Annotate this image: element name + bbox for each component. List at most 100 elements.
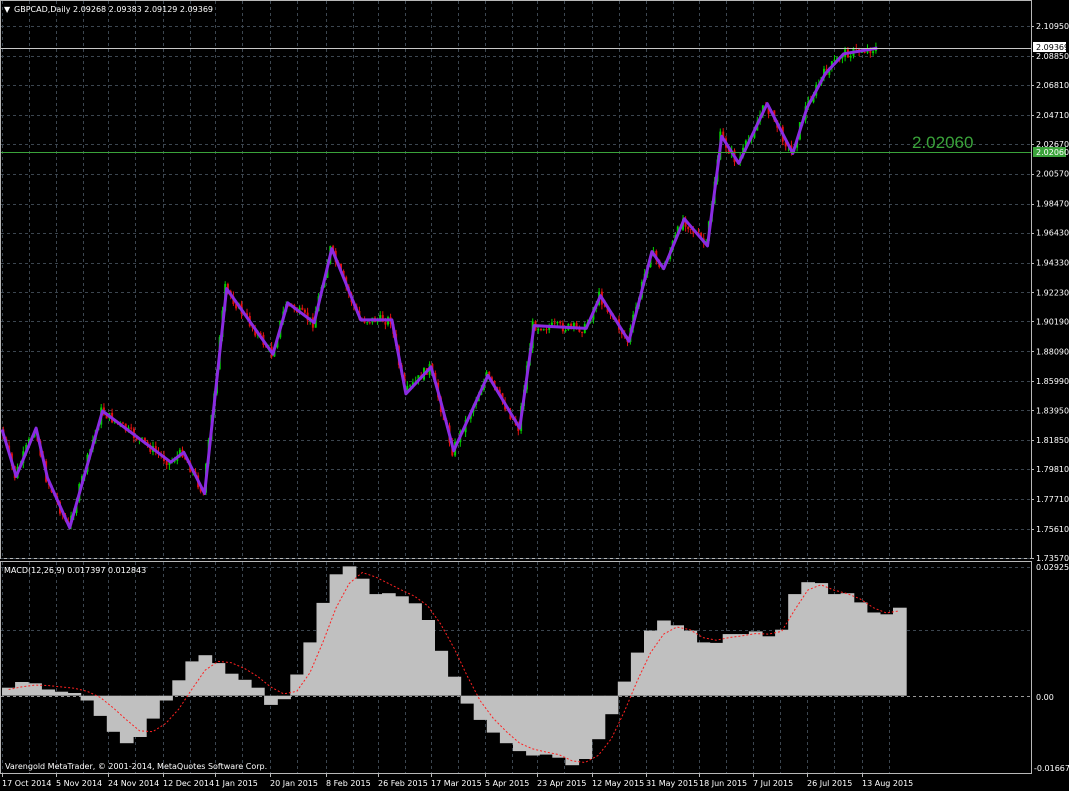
macd-bar: [28, 683, 42, 696]
date-axis-label: 7 Jul 2015: [753, 779, 793, 788]
bull-candle-body: [537, 328, 540, 331]
macd-bar: [617, 681, 632, 696]
price-axis-label: 1.94330: [1036, 259, 1069, 268]
date-axis-label: 23 Apr 2015: [537, 779, 586, 788]
price-axis-label: 1.83950: [1036, 406, 1069, 415]
macd-bar: [15, 682, 29, 696]
bear-candle-body: [863, 52, 866, 53]
bull-candle-body: [564, 330, 567, 332]
date-axis-label: 1 Jan 2015: [215, 779, 258, 788]
macd-bar: [644, 630, 658, 696]
bear-candle-body: [303, 309, 306, 313]
macd-bar: [748, 631, 763, 696]
bull-candle-body: [572, 322, 575, 327]
bear-candle-body: [540, 328, 542, 331]
date-axis[interactable]: 17 Oct 2014 5 Nov 2014 24 Nov 2014 12 Dec 2…: [2, 773, 913, 788]
macd-bar: [513, 695, 527, 752]
macd-axis-top: 0.029253: [1036, 563, 1069, 572]
price-axis-label: 2.00570: [1036, 170, 1069, 179]
macd-bar: [54, 691, 69, 696]
macd-bar: [237, 679, 252, 696]
macd-bar: [93, 695, 108, 716]
macd-bar: [408, 603, 422, 696]
current-price-tag-text: 2.09369: [1036, 43, 1069, 52]
price-axis-label: 1.81850: [1036, 436, 1069, 445]
macd-bar: [159, 695, 173, 701]
zigzag-indicator-line: [0, 46, 878, 530]
macd-bar: [434, 650, 449, 696]
symbol-info-text: GBPCAD,Daily 2.09268 2.09383 2.09129 2.0…: [14, 5, 213, 14]
macd-bar: [382, 593, 396, 696]
macd-bar: [41, 689, 55, 696]
macd-bar: [395, 596, 409, 696]
macd-axis-bottom: -0.016675: [1034, 764, 1069, 773]
date-axis-label: 18 Jun 2015: [699, 779, 747, 788]
date-axis-label: 8 Feb 2015: [326, 779, 371, 788]
price-axis-label: 1.79810: [1036, 465, 1069, 474]
price-axis[interactable]: 2.109502.088502.068102.047102.026702.005…: [1031, 22, 1069, 563]
copyright-text: Varengold MetaTrader, © 2001-2014, MetaQ…: [5, 762, 267, 771]
date-axis-label: 12 Dec 2014: [163, 779, 214, 788]
macd-bar: [539, 695, 553, 755]
macd-bar: [762, 636, 776, 696]
macd-bar: [866, 612, 881, 696]
macd-bar: [696, 642, 711, 696]
macd-bar: [355, 578, 370, 696]
price-axis-label: 1.77710: [1036, 495, 1069, 504]
bull-candle-body: [556, 322, 559, 324]
bear-candle-body: [122, 422, 124, 424]
price-axis-label: 2.04710: [1036, 111, 1069, 120]
macd-bar: [801, 582, 815, 696]
bull-candle-body: [542, 329, 545, 331]
macd-bar: [198, 655, 213, 696]
bull-candle-body: [872, 51, 875, 54]
macd-bar: [552, 695, 566, 758]
bear-candle-body: [545, 329, 548, 331]
price-axis-label: 1.73570: [1036, 554, 1069, 563]
macd-bar: [565, 695, 580, 766]
price-axis-label: 1.98470: [1036, 200, 1069, 209]
macd-bar: [604, 695, 619, 715]
date-axis-label: 31 May 2015: [646, 779, 698, 788]
price-panel-frame: [0, 0, 1032, 559]
bear-candle-body: [165, 461, 168, 466]
macd-bar: [119, 695, 134, 744]
macd-bar: [709, 642, 724, 696]
macd-bar: [421, 620, 435, 696]
macd-bar: [251, 687, 265, 696]
chart-canvas[interactable]: 2.02060 ▼ GBPCAD,Daily 2.09268 2.09383 2…: [0, 0, 1069, 791]
price-axis-label: 1.96430: [1036, 229, 1069, 238]
bear-candle-body: [553, 322, 556, 324]
macd-bar: [146, 695, 160, 719]
macd-bar: [80, 695, 95, 701]
bear-candle-body: [559, 322, 562, 324]
price-axis-label: 2.08850: [1036, 52, 1069, 61]
date-axis-label: 5 Nov 2014: [56, 779, 102, 788]
price-axis-label: 1.90190: [1036, 317, 1069, 326]
macd-bar: [342, 566, 357, 696]
date-axis-label: 26 Jul 2015: [807, 779, 852, 788]
macd-bar: [303, 642, 318, 696]
macd-bar: [290, 674, 304, 696]
macd-bar: [185, 661, 200, 696]
date-axis-label: 13 Aug 2015: [862, 779, 913, 788]
date-axis-label: 24 Nov 2014: [108, 779, 159, 788]
price-axis-label: 1.75610: [1036, 525, 1069, 534]
macd-bar: [316, 602, 331, 696]
macd-bar: [893, 607, 907, 696]
chart-window[interactable]: 2.02060 ▼ GBPCAD,Daily 2.09268 2.09383 2…: [0, 0, 1069, 791]
macd-bar: [591, 695, 606, 740]
macd-bar: [224, 673, 239, 696]
macd-bar: [172, 680, 186, 696]
macd-title: MACD(12,26,9) 0.017397 0.012843: [4, 566, 146, 575]
macd-bar: [264, 695, 278, 705]
macd-bar: [775, 629, 789, 696]
bear-candle-body: [130, 427, 133, 429]
date-axis-label: 12 May 2015: [592, 779, 644, 788]
macd-bar: [827, 594, 842, 696]
macd-histogram: [2, 566, 907, 766]
dropdown-arrow-icon[interactable]: ▼: [4, 5, 11, 14]
level-price-tag-text: 2.02060: [1036, 148, 1069, 157]
price-axis-label: 1.85990: [1036, 377, 1069, 386]
level-line-label: 2.02060: [912, 133, 973, 152]
